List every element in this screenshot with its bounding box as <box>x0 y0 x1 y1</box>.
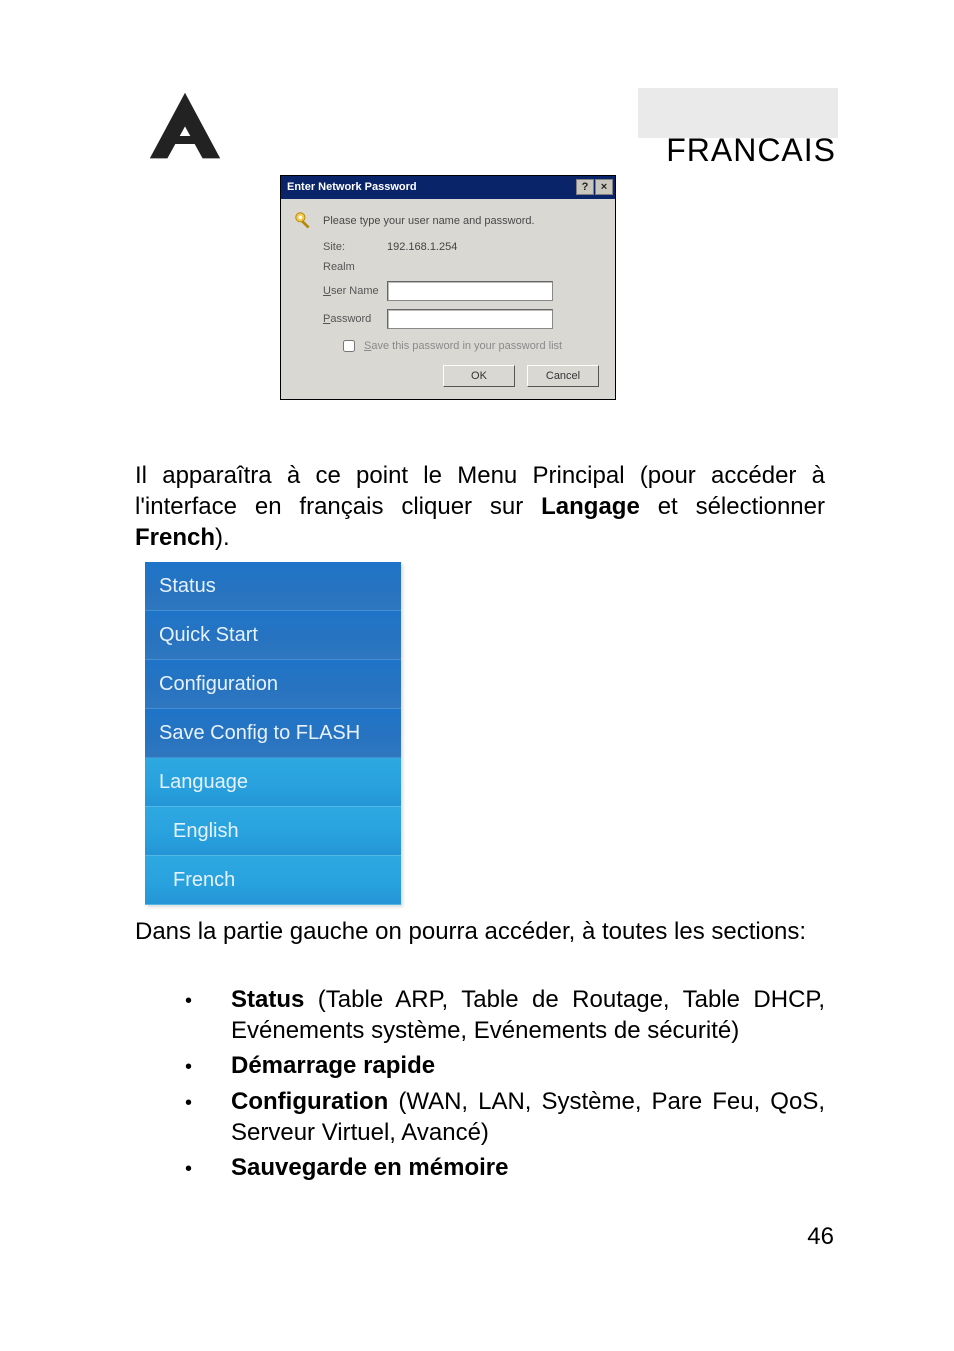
ok-button[interactable]: OK <box>443 365 515 387</box>
site-label: Site: <box>323 241 387 253</box>
list-item: • Status (Table ARP, Table de Routage, T… <box>185 984 825 1046</box>
key-icon <box>293 209 315 233</box>
dialog-prompt: Please type your user name and password. <box>323 215 535 227</box>
menu-item-configuration[interactable]: Configuration <box>145 660 401 709</box>
dialog-titlebar: Enter Network Password ? × <box>281 176 615 199</box>
menu-item-save-config[interactable]: Save Config to FLASH <box>145 709 401 758</box>
list-item: • Sauvegarde en mémoire <box>185 1152 825 1183</box>
username-input[interactable] <box>387 281 553 301</box>
bullet-icon: • <box>185 984 231 1046</box>
logo-icon <box>145 88 225 168</box>
sidebar-menu: Status Quick Start Configuration Save Co… <box>145 562 401 905</box>
cancel-button[interactable]: Cancel <box>527 365 599 387</box>
bullet-icon: • <box>185 1086 231 1148</box>
close-icon[interactable]: × <box>595 179 613 195</box>
help-icon[interactable]: ? <box>576 179 594 195</box>
username-label: User Name <box>323 285 387 297</box>
dialog-title-text: Enter Network Password <box>287 181 417 193</box>
site-value: 192.168.1.254 <box>387 241 457 253</box>
list-item: • Configuration (WAN, LAN, Système, Pare… <box>185 1086 825 1148</box>
menu-item-english[interactable]: English <box>145 807 401 856</box>
enter-network-password-dialog: Enter Network Password ? × Please type y… <box>280 175 616 400</box>
sections-list: • Status (Table ARP, Table de Routage, T… <box>185 984 825 1187</box>
menu-item-status[interactable]: Status <box>145 562 401 611</box>
bullet-icon: • <box>185 1050 231 1081</box>
header-band <box>638 88 838 138</box>
paragraph-sections-intro: Dans la partie gauche on pourra accéder,… <box>135 916 825 947</box>
bullet-icon: • <box>185 1152 231 1183</box>
header-language-label: FRANCAIS <box>666 132 836 169</box>
page-number: 46 <box>807 1223 834 1251</box>
paragraph-main-menu: Il apparaîtra à ce point le Menu Princip… <box>135 460 825 554</box>
menu-item-french[interactable]: French <box>145 856 401 905</box>
list-item: • Démarrage rapide <box>185 1050 825 1081</box>
menu-item-language[interactable]: Language <box>145 758 401 807</box>
save-password-label: Save this password in your password list <box>364 340 562 352</box>
realm-label: Realm <box>323 261 387 273</box>
menu-item-quick-start[interactable]: Quick Start <box>145 611 401 660</box>
password-input[interactable] <box>387 309 553 329</box>
save-password-checkbox[interactable] <box>343 340 355 352</box>
password-label: Password <box>323 313 387 325</box>
